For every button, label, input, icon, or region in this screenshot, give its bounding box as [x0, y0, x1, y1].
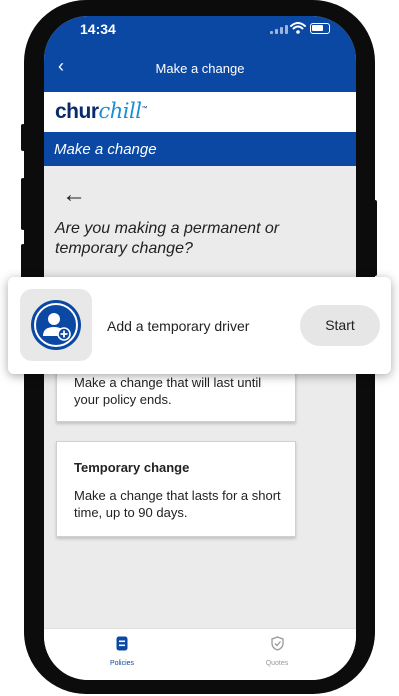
signal-icon — [270, 25, 288, 34]
start-button[interactable]: Start — [300, 305, 380, 346]
wifi-icon — [290, 22, 306, 34]
add-user-icon — [31, 300, 81, 350]
card-body: Make a change that lasts for a short tim… — [74, 488, 281, 520]
phone-side-button — [373, 200, 377, 276]
status-time: 14:34 — [80, 21, 116, 37]
tab-label: Quotes — [265, 660, 289, 667]
card-title: Temporary change — [74, 460, 190, 475]
status-bar: 14:34 — [44, 16, 356, 42]
top-nav-bar: ‹ Make a change — [44, 42, 356, 92]
tab-label: Policies — [109, 660, 135, 667]
churchill-logo: churchill™ — [55, 99, 147, 123]
tab-quotes[interactable]: Quotes — [232, 636, 322, 667]
shield-check-icon — [270, 636, 284, 651]
page-question: Are you making a permanent or temporary … — [55, 220, 280, 257]
battery-icon — [310, 23, 330, 34]
back-arrow-icon[interactable]: ← — [62, 181, 86, 209]
temporary-change-card[interactable]: Temporary change Make a change that last… — [56, 441, 296, 537]
nav-title: Make a change — [155, 61, 245, 76]
phone-side-button — [21, 124, 25, 151]
bottom-tab-bar: Policies Quotes — [44, 628, 356, 680]
card-body: Make a change that will last until your … — [74, 375, 262, 407]
page-header: Make a change — [44, 132, 356, 166]
policy-document-icon — [116, 636, 128, 651]
popup-text: Add a temporary driver — [107, 318, 250, 334]
brand-bar: churchill™ — [44, 92, 356, 132]
add-user-icon-tile — [20, 289, 92, 361]
phone-side-button — [21, 178, 25, 230]
tab-policies[interactable]: Policies — [77, 636, 167, 667]
page-header-title: Make a change — [54, 141, 157, 158]
suggestion-popup-card: Add a temporary driver Start — [8, 277, 391, 374]
